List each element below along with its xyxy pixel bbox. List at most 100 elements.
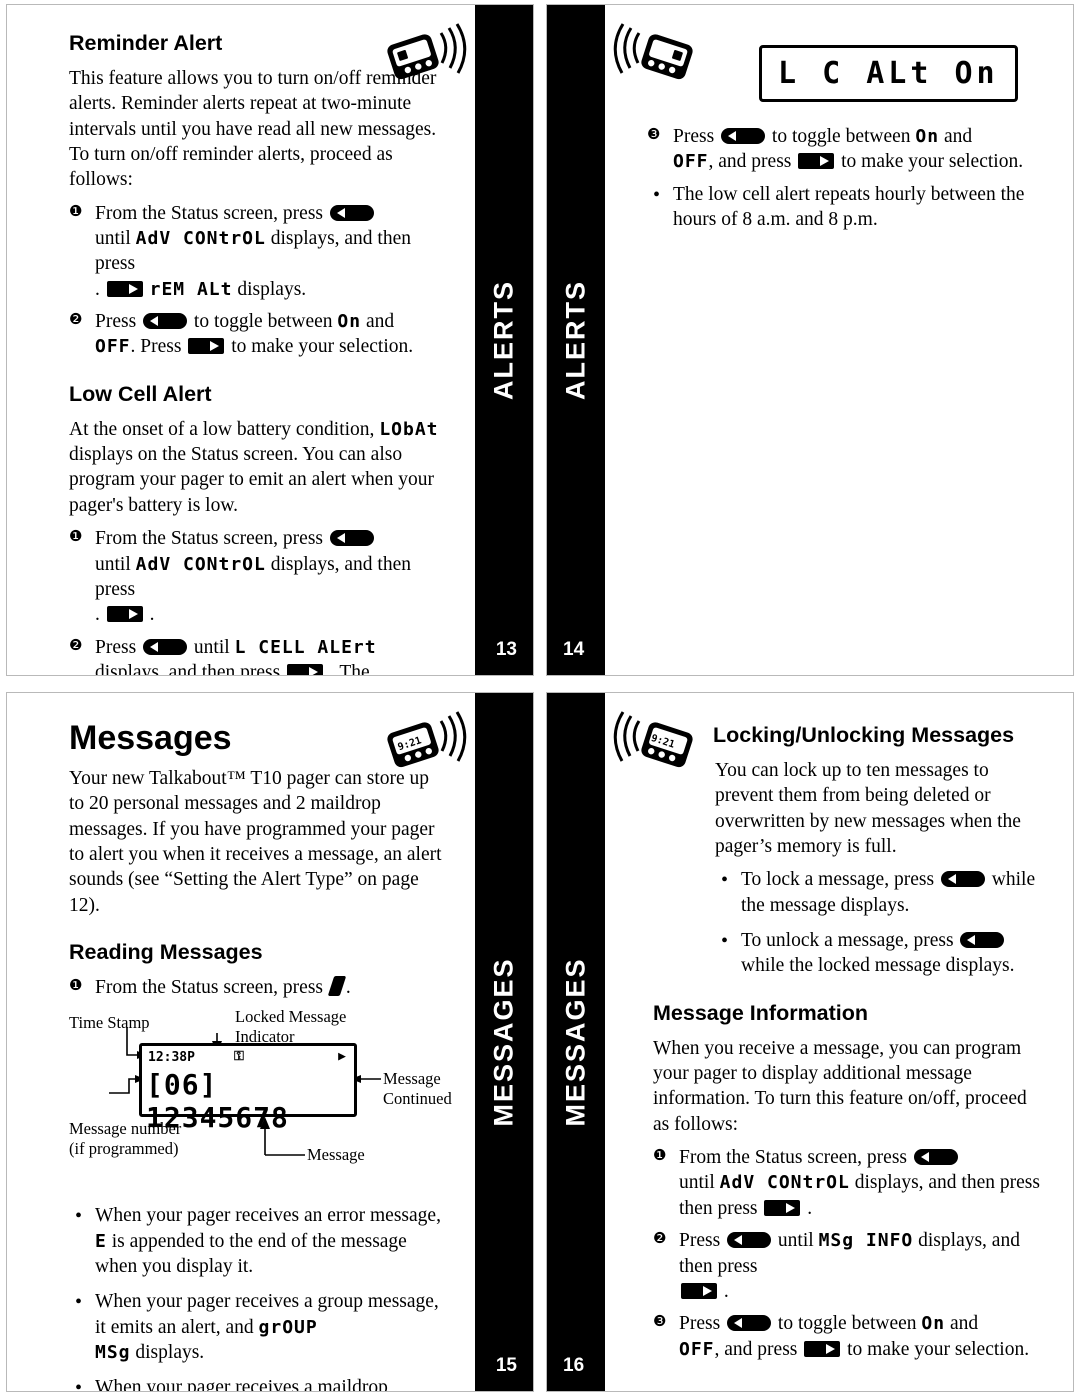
lcd-status-row: 12:38P ⚿ ▶: [148, 1048, 348, 1068]
list-item-text: The low cell alert repeats hourly betwee…: [673, 183, 1025, 231]
list-item: • To lock a message, press while the mes…: [653, 867, 1043, 918]
page-14-panel: ALERTS 14 L C ALt On ❸ Press to toggle b…: [546, 4, 1074, 676]
list-item: • When your pager receives an error mess…: [69, 1203, 447, 1279]
low-cell-alert-steps: ❶ From the Status screen, press until Ad…: [69, 526, 447, 676]
step-text: to toggle between: [193, 311, 333, 333]
lcd-text: On: [921, 1313, 946, 1335]
lcd-text: E: [95, 1230, 107, 1252]
step-text: , and press: [714, 1338, 798, 1360]
step-text: until: [95, 553, 131, 575]
select-button-glyph: [960, 932, 1005, 949]
label-locked-message-indicator: Locked Message Indicator: [235, 1007, 347, 1047]
paragraph: At the onset of a low battery condition,…: [69, 417, 447, 518]
lcd-text: OFF: [673, 151, 709, 173]
read-button-glyph: [681, 1282, 717, 1299]
reminder-alert-steps: ❶ From the Status screen, press until Ad…: [69, 201, 447, 360]
step-3: ❸ Press to toggle between On and OFF, an…: [653, 1311, 1043, 1362]
step-number-2: ❷: [69, 310, 83, 329]
list-item-text: To lock a message, press: [741, 869, 935, 891]
step-text: From the Status screen, press: [95, 528, 324, 550]
bullet-dot: •: [75, 1291, 83, 1314]
step-text: Press: [673, 126, 715, 147]
page-number: 13: [495, 639, 517, 660]
lcd-message-screen: 12:38P ⚿ ▶ [06] 12345678: [139, 1043, 357, 1134]
read-button-glyph: [804, 1340, 841, 1357]
select-button-glyph: [143, 638, 188, 655]
lcd-text: On: [915, 126, 940, 147]
lcd-text: L CELL ALErt: [234, 636, 377, 658]
step-text: .: [95, 278, 100, 300]
step-text: , and press: [708, 151, 792, 173]
list-item: • To unlock a message, press while the l…: [653, 928, 1043, 979]
step-2: ❷ Press until MSg INFO displays, and the…: [653, 1228, 1043, 1304]
paragraph: Your new Talkabout™ T10 pager can store …: [69, 768, 442, 916]
lcd-text: AdV CONtrOL: [719, 1172, 850, 1194]
lcd-text: On: [337, 311, 362, 333]
label-message-continued: Message Continued: [383, 1069, 452, 1109]
select-button-glyph: [913, 1149, 958, 1166]
continued-arrow-icon: ▶: [338, 1049, 346, 1065]
step-number-1: ❶: [653, 1146, 667, 1165]
list-item: • When your pager receives a group messa…: [69, 1289, 447, 1365]
step-number-1: ❶: [69, 201, 83, 220]
lcd-screen-text: L C ALt On: [778, 56, 999, 91]
section-tab-alerts: ALERTS 13: [475, 5, 533, 675]
lcd-text: LObAt: [379, 418, 439, 440]
step-number-2: ❷: [69, 635, 83, 654]
page-13-content: Reminder Alert This feature allows you t…: [7, 5, 475, 675]
select-button-glyph: [727, 1315, 772, 1332]
step-text: .: [723, 1280, 729, 1302]
section-title-reading-messages: Reading Messages: [69, 940, 263, 965]
step-text: .: [807, 1197, 813, 1219]
manual-spread: Reminder Alert This feature allows you t…: [0, 0, 1080, 1397]
label-time-stamp: Time Stamp: [69, 1013, 150, 1033]
notes-list: • The low cell alert repeats hourly betw…: [647, 182, 1043, 233]
step-number-3: ❸: [653, 1312, 667, 1331]
lcd-text: MSg: [95, 1342, 131, 1364]
tab-label: MESSAGES: [560, 957, 591, 1127]
page-16-panel: MESSAGES 16 9:21 Locking/Unlocking Messa…: [546, 692, 1074, 1392]
lcd-text: AdV CONtrOL: [135, 228, 266, 250]
step-text: displays, and then press: [854, 1172, 1040, 1194]
step-text: to make your selection.: [847, 1338, 1030, 1360]
select-button-glyph: [329, 204, 374, 221]
step-text: From the Status screen, press: [679, 1147, 908, 1169]
bullet-dot: •: [75, 1205, 83, 1228]
section-title-low-cell-alert: Low Cell Alert: [69, 381, 212, 406]
lcd-text: rEM ALt: [149, 278, 233, 300]
step-text: displays, and then press: [95, 661, 281, 676]
list-item-text: When your pager receives a maildrop mess…: [95, 1377, 388, 1392]
list-item-text: When your pager receives an error messag…: [95, 1205, 441, 1227]
page-16-content: Locking/Unlocking Messages You can lock …: [605, 693, 1073, 1391]
lcd-screen: L C ALt On: [759, 45, 1018, 102]
section-tab-alerts: ALERTS 14: [547, 5, 605, 675]
lcd-text: grOUP: [258, 1316, 318, 1338]
section-tab-messages: MESSAGES 16: [547, 693, 605, 1391]
select-button-glyph: [329, 530, 374, 547]
step-text: until: [679, 1172, 715, 1194]
paragraph-part: displays on the Status screen. You can a…: [69, 444, 434, 516]
read-button-glyph: [188, 338, 225, 355]
page-14-content: L C ALt On ❸ Press to toggle between On …: [605, 5, 1073, 675]
lcd-text: OFF: [679, 1338, 715, 1360]
step-text: . Press: [130, 336, 182, 358]
step-text: Press: [679, 1313, 721, 1335]
bullet-dot: •: [721, 930, 729, 953]
tab-label: ALERTS: [488, 280, 519, 400]
list-item: • When your pager receives a maildrop me…: [69, 1375, 447, 1392]
step-text: and: [949, 1313, 979, 1335]
paragraph: This feature allows you to turn on/off r…: [69, 68, 437, 191]
step-text: to toggle between: [777, 1313, 917, 1335]
select-button-glyph: [721, 128, 766, 144]
list-item-text: To unlock a message, press: [741, 930, 954, 952]
read-button-glyph: [798, 153, 835, 170]
paragraph: When you receive a message, you can prog…: [653, 1037, 1027, 1135]
select-button-glyph: [727, 1232, 772, 1249]
list-item-text: displays.: [135, 1342, 205, 1364]
page-number: 16: [563, 1355, 585, 1376]
page-title: Reminder Alert: [69, 31, 223, 55]
lcd-text: OFF: [95, 336, 131, 358]
step-1: ❶ From the Status screen, press .: [69, 975, 447, 1000]
reading-messages-steps: ❶ From the Status screen, press .: [69, 975, 447, 1000]
step-text: until: [193, 636, 230, 658]
